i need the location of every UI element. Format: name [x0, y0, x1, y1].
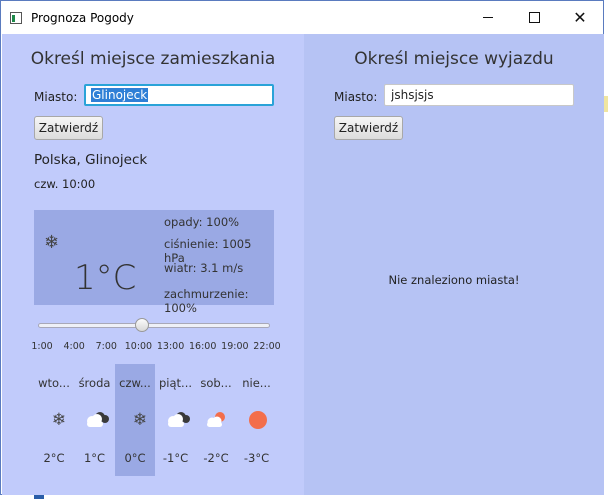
cloud-dark-icon [164, 410, 190, 430]
hour-tick-label: 10:00 [124, 341, 153, 352]
hour-tick-label: 7:00 [95, 341, 117, 352]
sun-icon [245, 410, 271, 430]
home-panel-title: Określ miejsce zamieszkania [30, 49, 276, 69]
destination-panel-title: Określ miejsce wyjazdu [354, 49, 554, 69]
day-temperature: 1°C [83, 451, 106, 465]
home-city-input[interactable]: Glinojeck [84, 84, 274, 106]
close-icon: ✕ [573, 7, 587, 27]
destination-city-input[interactable] [384, 84, 574, 106]
day-forecast-2[interactable]: środa 1°C [75, 364, 115, 476]
day-temperature: 2°C [43, 451, 65, 465]
window-title: Prognoza Pogody [31, 11, 134, 25]
home-location: Polska, Glinojeck [34, 152, 148, 168]
minimize-button[interactable] [465, 1, 511, 34]
day-forecast-3[interactable]: czw... ❄ 0°C [115, 364, 155, 476]
taskbar-fragment [34, 495, 44, 499]
day-name: środa [78, 376, 111, 390]
current-weather-box: ❄ 1°C opady: 100% ciśnienie: 1005 hPa wi… [34, 210, 274, 315]
hour-tick-label: 4:00 [63, 341, 85, 352]
snowflake-icon: ❄ [44, 232, 60, 253]
background-window-edge [604, 96, 608, 112]
day-forecast-1[interactable]: wto... ❄ 2°C [34, 364, 74, 476]
not-found-message: Nie znaleziono miasta! [388, 273, 520, 287]
day-forecast-6[interactable]: nie... -3°C [237, 364, 277, 476]
close-button[interactable]: ✕ [557, 1, 603, 34]
day-temperature: -3°C [243, 451, 270, 465]
precipitation-text: opady: 100% [164, 215, 240, 229]
maximize-icon [528, 12, 540, 23]
hour-tick-label: 13:00 [156, 341, 185, 352]
current-temperature: 1°C [74, 258, 137, 298]
hour-tick-label: 16:00 [189, 341, 217, 352]
hour-tick-label: 19:00 [221, 341, 249, 352]
hour-slider-thumb[interactable] [135, 318, 150, 332]
app-window: Prognoza Pogody ✕ Określ miejsce zamiesz… [0, 0, 604, 495]
home-time: czw. 10:00 [34, 177, 96, 191]
destination-confirm-button[interactable]: Zatwierdź [334, 116, 403, 140]
hour-tick-label: 22:00 [253, 341, 281, 352]
day-name: piąt... [158, 376, 193, 390]
app-icon [10, 12, 22, 24]
day-temperature: 0°C [124, 451, 146, 465]
snowflake-icon: ❄ [132, 410, 148, 430]
wind-text: wiatr: 3.1 m/s [164, 261, 244, 275]
day-forecast-4[interactable]: piąt... -1°C [156, 364, 196, 476]
day-name: nie... [242, 376, 271, 390]
home-city-label: Miasto: [34, 90, 78, 104]
maximize-button[interactable] [511, 1, 557, 34]
cloudiness-text: zachmurzenie: 100% [164, 287, 249, 315]
day-temperature: -2°C [203, 451, 229, 465]
sun-cloud-icon [204, 410, 230, 430]
snowflake-icon: ❄ [51, 410, 67, 430]
day-temperature: -1°C [162, 451, 189, 465]
home-panel: Określ miejsce zamieszkania Miasto: Glin… [2, 34, 304, 495]
day-forecast-5[interactable]: sob... -2°C [196, 364, 236, 476]
day-name: wto... [38, 376, 70, 390]
title-bar[interactable]: Prognoza Pogody ✕ [1, 1, 603, 34]
destination-panel: Określ miejsce wyjazdu Miasto: Zatwierdź… [304, 34, 604, 495]
day-name: czw... [119, 376, 151, 390]
hour-tick-label: 1:00 [31, 341, 53, 352]
hour-slider-track[interactable] [38, 323, 270, 328]
minimize-icon [483, 17, 493, 18]
destination-city-label: Miasto: [334, 90, 378, 104]
cloud-dark-icon [83, 410, 109, 430]
home-confirm-button[interactable]: Zatwierdź [34, 116, 103, 140]
day-name: sob... [200, 376, 232, 390]
home-city-value: Glinojeck [91, 88, 149, 102]
